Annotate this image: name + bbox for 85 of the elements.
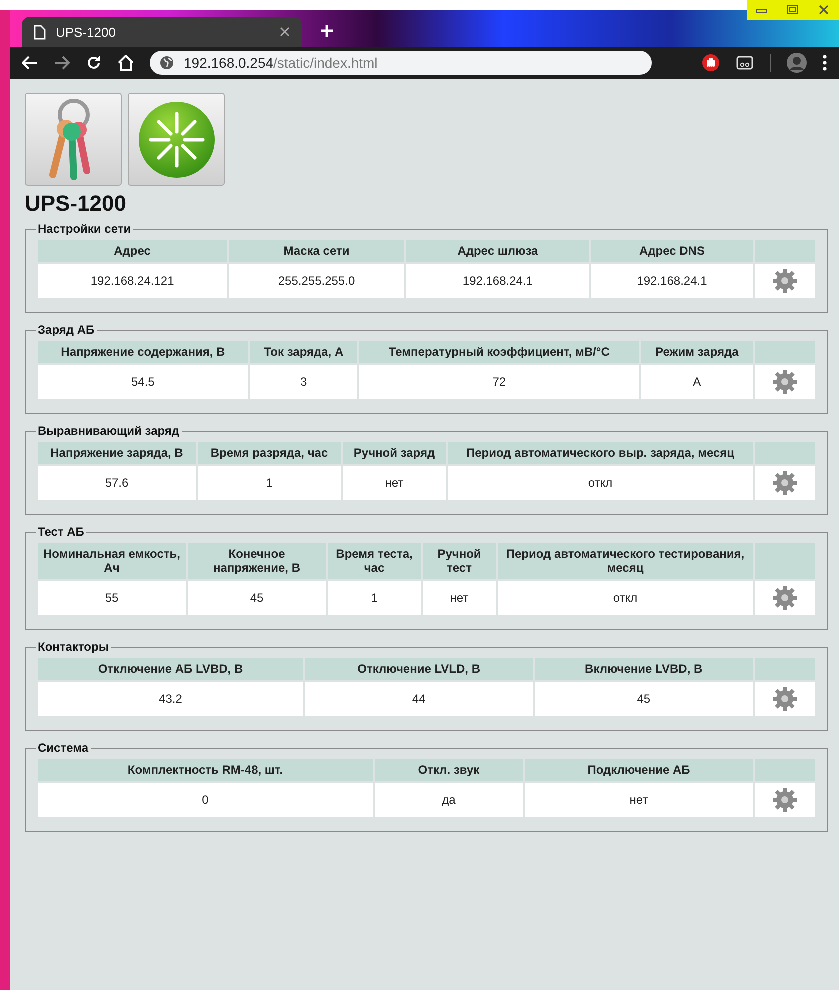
table-cell: 1 (328, 581, 421, 615)
forward-icon[interactable] (54, 56, 70, 70)
starburst-icon (136, 100, 216, 180)
table-cell: 44 (305, 682, 533, 716)
globe-icon (160, 56, 174, 70)
table-cell: 0 (38, 783, 373, 817)
column-header: Ручной тест (423, 543, 496, 579)
column-header (755, 341, 815, 363)
column-header: Отключение АБ LVBD, В (38, 658, 304, 680)
settings-icon[interactable] (772, 470, 798, 496)
settings-icon[interactable] (772, 268, 798, 294)
home-icon[interactable] (118, 55, 134, 71)
avatar-icon[interactable] (787, 53, 807, 73)
column-header: Режим заряда (641, 341, 753, 363)
browser-tab[interactable]: UPS-1200 (22, 17, 302, 47)
column-header: Ток заряда, А (250, 341, 358, 363)
column-header: Откл. звук (375, 759, 523, 781)
column-header: Конечное напряжение, В (188, 543, 326, 579)
table-cell: 192.168.24.1 (591, 264, 753, 298)
new-tab-icon[interactable] (320, 24, 334, 38)
restart-button[interactable] (128, 93, 225, 186)
column-header (755, 543, 815, 579)
close-icon[interactable] (818, 5, 830, 15)
column-header (755, 442, 815, 464)
settings-icon[interactable] (772, 585, 798, 611)
table-cell: да (375, 783, 523, 817)
column-header: Подключение АБ (525, 759, 753, 781)
column-header: Включение LVBD, В (534, 658, 753, 680)
url-text: 192.168.0.254/static/index.html (184, 55, 378, 71)
table-cell: нет (423, 581, 496, 615)
back-icon[interactable] (22, 56, 38, 70)
table-cell: А (641, 365, 753, 399)
table-cell: 45 (188, 581, 326, 615)
address-bar[interactable]: 192.168.0.254/static/index.html (150, 51, 652, 75)
group-title: Контакторы (37, 640, 110, 654)
group-title: Система (37, 741, 90, 755)
group-title: Тест АБ (37, 525, 86, 539)
column-header: Напряжение содержания, В (38, 341, 248, 363)
group-title: Заряд АБ (37, 323, 96, 337)
column-header: Время теста, час (328, 543, 421, 579)
table-cell: 43.2 (38, 682, 304, 716)
column-header: Время разряда, час (198, 442, 341, 464)
table-cell: нет (525, 783, 753, 817)
column-header: Ручной заряд (343, 442, 446, 464)
stop-hand-icon[interactable] (702, 54, 720, 72)
table-cell: 57.6 (38, 466, 196, 500)
table-cell: 255.255.255.0 (229, 264, 404, 298)
settings-icon[interactable] (772, 686, 798, 712)
close-icon[interactable] (280, 27, 290, 37)
extension-icon[interactable] (736, 54, 754, 72)
page-icon (34, 24, 46, 40)
maximize-icon[interactable] (786, 5, 799, 15)
settings-icon[interactable] (772, 787, 798, 813)
column-header: Период автоматического выр. заряда, месяц (448, 442, 753, 464)
table-cell: 192.168.24.121 (38, 264, 228, 298)
table-cell: 192.168.24.1 (406, 264, 590, 298)
menu-icon[interactable] (823, 55, 827, 71)
column-header: Напряжение заряда, В (38, 442, 196, 464)
table-cell: 55 (38, 581, 186, 615)
column-header: Адрес (38, 240, 228, 262)
column-header: Период автоматического тестирования, месяц (498, 543, 753, 579)
group-title: Настройки сети (37, 222, 132, 236)
table-cell: 72 (359, 365, 640, 399)
column-header: Маска сети (229, 240, 404, 262)
column-header (755, 759, 815, 781)
column-header: Температурный коэффициент, мВ/°С (359, 341, 640, 363)
column-header: Комплектность RM-48, шт. (38, 759, 373, 781)
table-cell: 45 (534, 682, 753, 716)
keys-button[interactable] (25, 93, 122, 186)
table-cell: нет (343, 466, 446, 500)
column-header: Адрес DNS (591, 240, 753, 262)
column-header: Адрес шлюза (406, 240, 590, 262)
group-title: Выравнивающий заряд (37, 424, 181, 438)
column-header (755, 240, 815, 262)
column-header: Отключение LVLD, В (305, 658, 533, 680)
column-header (755, 658, 815, 680)
column-header: Номинальная емкость, Ач (38, 543, 186, 579)
table-cell: откл (498, 581, 753, 615)
table-cell: откл (448, 466, 753, 500)
reload-icon[interactable] (86, 55, 102, 71)
device-title: UPS-1200 (25, 190, 128, 218)
table-cell: 54.5 (38, 365, 248, 399)
table-cell: 3 (250, 365, 358, 399)
settings-icon[interactable] (772, 369, 798, 395)
table-cell: 1 (198, 466, 341, 500)
